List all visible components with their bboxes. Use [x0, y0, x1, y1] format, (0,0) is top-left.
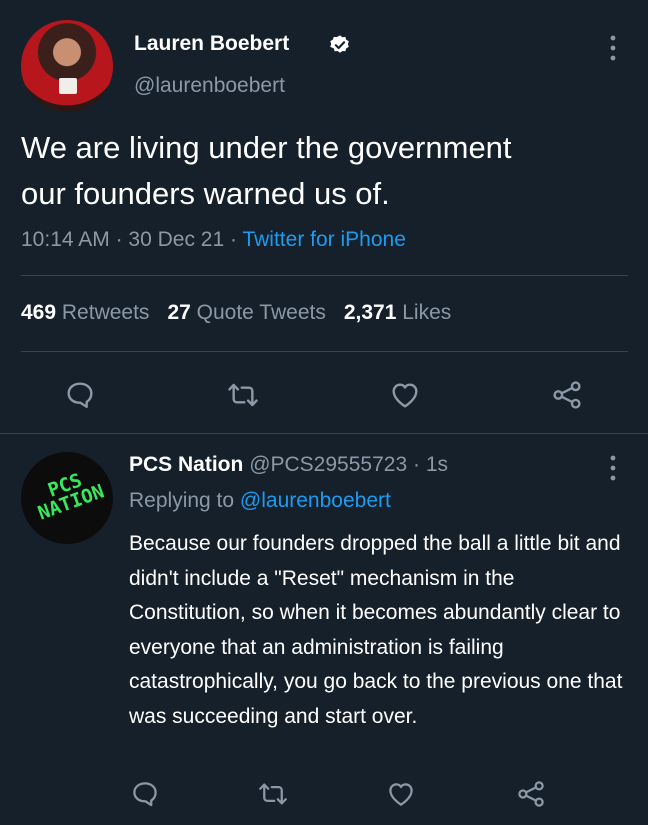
- divider: [21, 275, 628, 276]
- share-icon[interactable]: [516, 779, 546, 809]
- tweet-meta: 10:14 AM · 30 Dec 21 · Twitter for iPhon…: [21, 228, 406, 252]
- reply-header: PCS Nation @PCS29555723 · 1s: [129, 453, 448, 477]
- replying-label: Replying to: [129, 489, 235, 512]
- quotes-stat[interactable]: 27 Quote Tweets: [167, 301, 325, 324]
- reply-author-handle[interactable]: @PCS29555723: [249, 453, 407, 476]
- likes-label: Likes: [402, 301, 452, 324]
- retweets-count: 469: [21, 301, 57, 324]
- reply-icon[interactable]: [64, 379, 96, 411]
- retweets-label: Retweets: [61, 301, 150, 324]
- like-icon[interactable]: [386, 779, 416, 809]
- retweet-icon[interactable]: [258, 779, 288, 809]
- quotes-label: Quote Tweets: [196, 301, 326, 324]
- share-icon[interactable]: [551, 379, 583, 411]
- reply-icon[interactable]: [130, 779, 160, 809]
- meta-separator: ·: [230, 228, 237, 251]
- retweet-icon[interactable]: [227, 379, 259, 411]
- reply-text: Because our founders dropped the ball a …: [129, 532, 623, 728]
- reply-author-name[interactable]: PCS Nation: [129, 453, 243, 476]
- avatar-logo: PCS NATION: [23, 463, 112, 525]
- tweet-separator: [0, 433, 648, 434]
- tweet-time[interactable]: 10:14 AM: [21, 228, 110, 251]
- author-name[interactable]: Lauren Boebert: [134, 32, 289, 56]
- tweet-stats: 469 Retweets 27 Quote Tweets 2,371 Likes: [21, 301, 451, 325]
- tweet-text-line: We are living under the government: [21, 130, 512, 165]
- tweet-source[interactable]: Twitter for iPhone: [242, 228, 405, 251]
- retweets-stat[interactable]: 469 Retweets: [21, 301, 149, 324]
- reply-avatar[interactable]: PCS NATION: [21, 452, 113, 544]
- tweet-text: We are living under the government our f…: [21, 125, 621, 217]
- tweet-text-line: our founders warned us of.: [21, 176, 390, 211]
- likes-count: 2,371: [343, 301, 397, 324]
- more-icon[interactable]: [608, 33, 618, 63]
- meta-separator: ·: [115, 228, 123, 251]
- likes-stat[interactable]: 2,371 Likes: [344, 301, 451, 324]
- author-handle[interactable]: @laurenboebert: [134, 74, 285, 98]
- avatar-mug: [59, 78, 77, 94]
- verified-icon: [330, 35, 349, 53]
- replying-to: Replying to @laurenboebert: [129, 489, 391, 513]
- author-avatar[interactable]: [21, 20, 113, 112]
- replying-to-handle[interactable]: @laurenboebert: [240, 489, 391, 512]
- reply-time[interactable]: 1s: [426, 453, 448, 476]
- meta-separator: ·: [412, 453, 420, 476]
- quotes-count: 27: [167, 301, 191, 324]
- tweet-date[interactable]: 30 Dec 21: [128, 228, 224, 251]
- like-icon[interactable]: [389, 379, 421, 411]
- divider: [21, 351, 628, 352]
- more-icon[interactable]: [608, 453, 618, 483]
